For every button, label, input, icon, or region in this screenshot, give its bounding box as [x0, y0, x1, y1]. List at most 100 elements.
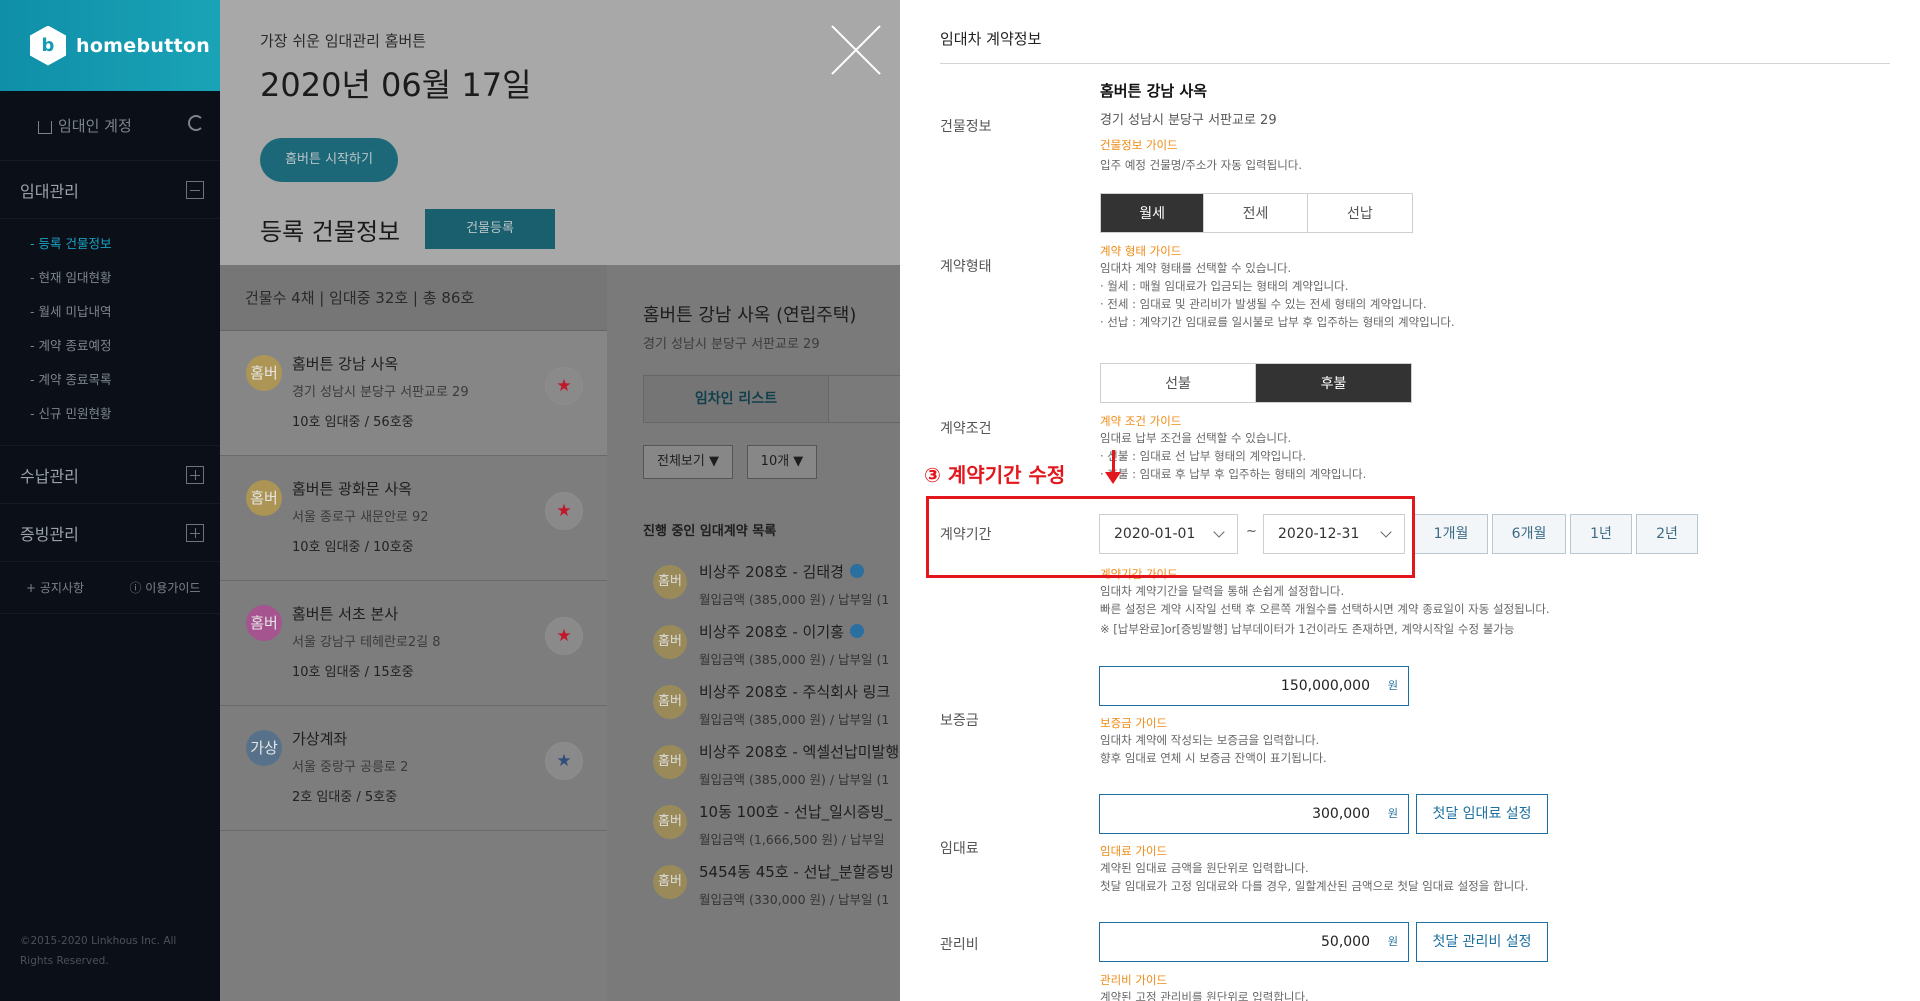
- deposit-value: 150,000,000: [1280, 678, 1370, 694]
- tab-tenant-list[interactable]: 임차인 리스트: [644, 376, 829, 422]
- rent-desc-0: 계약된 임대료 금액을 원단위로 입력합니다.: [1100, 861, 1309, 875]
- building-info-label: 건물정보: [940, 119, 992, 135]
- contract-row[interactable]: 홈버 5454동 45호 - 선납_분할증빙 월입금액 (330,000 원) / …: [643, 855, 900, 929]
- contract-avatar: 홈버: [653, 625, 687, 659]
- building-avatar: 홈버: [246, 605, 282, 641]
- building-units: 10호 임대중 / 56호중: [292, 415, 414, 430]
- type-option-prepaid[interactable]: 선납: [1308, 194, 1412, 232]
- condition-option-postpay[interactable]: 후불: [1256, 364, 1411, 402]
- submenu-item-expiring-contracts[interactable]: - 계약 종료예정: [30, 329, 220, 363]
- building-info-value: 홈버튼 강남 사옥 경기 성남시 분당구 서판교로 29 건물정보 가이드 입주…: [1100, 80, 1302, 174]
- condition-desc-0: 임대료 납부 조건을 선택할 수 있습니다.: [1100, 431, 1292, 445]
- rent-desc-1: 첫달 임대료가 고정 임대료와 다를 경우, 일할계산된 금액으로 첫달 임대료…: [1100, 879, 1529, 893]
- contract-type-segmented: 월세 전세 선납: [1100, 193, 1413, 233]
- building-name: 가상계좌: [292, 730, 348, 748]
- start-button[interactable]: 홈버튼 시작하기: [260, 138, 398, 182]
- type-desc-1: · 월세 : 매월 임대료가 입금되는 형태의 계약입니다.: [1100, 279, 1349, 293]
- submenu-item-current-rentals[interactable]: - 현재 임대현황: [30, 261, 220, 295]
- period-desc-0: 임대차 계약기간을 달력을 통해 손쉽게 설정합니다.: [1100, 584, 1345, 598]
- fee-guide-link[interactable]: 관리비 가이드: [1100, 972, 1309, 988]
- contract-condition-label: 계약조건: [940, 421, 992, 437]
- building-address: 경기 성남시 분당구 서판교로 29: [292, 385, 469, 400]
- account-switcher[interactable]: 임대인 계정: [0, 91, 220, 161]
- menu-receipts[interactable]: 증빙관리: [0, 504, 220, 562]
- detail-tabs: 임차인 리스트: [643, 375, 900, 423]
- rent-input[interactable]: 300,000 원: [1099, 794, 1409, 834]
- contract-condition-field: 선불 후불 계약 조건 가이드 임대료 납부 조건을 선택할 수 있습니다. ·…: [1100, 363, 1412, 483]
- view-filter-select[interactable]: 전체보기 ▼: [643, 445, 733, 479]
- deposit-guide-link[interactable]: 보증금 가이드: [1100, 715, 1327, 731]
- page-size-select[interactable]: 10개 ▼: [747, 445, 817, 479]
- building-name: 홈버튼 강남 사옥: [1100, 82, 1208, 100]
- building-address: 서울 종로구 새문안로 92: [292, 510, 429, 525]
- refresh-icon[interactable]: [188, 115, 204, 131]
- deposit-desc-0: 임대차 계약에 작성되는 보증금을 입력합니다.: [1100, 733, 1320, 747]
- quick-6-month-button[interactable]: 6개월: [1492, 514, 1566, 554]
- brand-logo[interactable]: b homebutton: [0, 0, 220, 91]
- building-address: 서울 중랑구 공릉로 2: [292, 760, 409, 775]
- deposit-input[interactable]: 150,000,000 원: [1099, 666, 1409, 706]
- building-name: 홈버튼 서초 본사: [292, 605, 399, 623]
- building-address: 서울 강남구 테헤란로2길 8: [292, 635, 441, 650]
- close-icon[interactable]: [828, 22, 884, 78]
- menu-label: 수납관리: [20, 466, 79, 486]
- quick-2-year-button[interactable]: 2년: [1636, 514, 1698, 554]
- first-month-fee-button[interactable]: 첫달 관리비 설정: [1416, 922, 1548, 962]
- quick-1-month-button[interactable]: 1개월: [1414, 514, 1488, 554]
- condition-option-prepay[interactable]: 선불: [1101, 364, 1256, 402]
- contract-title: 비상주 208호 - 이기홍: [699, 623, 844, 641]
- building-list: 홈버 홈버튼 강남 사옥경기 성남시 분당구 서판교로 29 10호 임대중 / 5…: [220, 331, 607, 1001]
- submenu-item-ended-contracts[interactable]: - 계약 종료목록: [30, 363, 220, 397]
- building-card[interactable]: 가상 가상계좌 서울 중랑구 공릉로 2 2호 임대중 / 5호중 ★: [220, 706, 607, 831]
- building-card[interactable]: 홈버 홈버튼 서초 본사 서울 강남구 테헤란로2길 8 10호 임대중 / 15호중…: [220, 581, 607, 706]
- type-guide-link[interactable]: 계약 형태 가이드: [1100, 243, 1455, 259]
- star-icon[interactable]: ★: [545, 742, 583, 780]
- management-fee-input[interactable]: 50,000 원: [1099, 922, 1409, 962]
- star-icon[interactable]: ★: [545, 617, 583, 655]
- contract-summary: 월입금액 (385,000 원) / 납부일 (1: [699, 772, 890, 787]
- deposit-guide-block: 보증금 가이드 임대차 계약에 작성되는 보증금을 입력합니다. 향후 임대료 …: [1100, 715, 1327, 767]
- building-card[interactable]: 홈버 홈버튼 광화문 사옥 서울 종로구 새문안로 92 10호 임대중 / 10호중…: [220, 456, 607, 581]
- condition-desc-2: · 후불 : 임대료 후 납부 후 입주하는 형태의 계약입니다.: [1100, 467, 1367, 481]
- register-building-button[interactable]: 건물등록: [425, 209, 555, 249]
- building-units: 2호 임대중 / 5호중: [292, 790, 398, 805]
- usage-guide-link[interactable]: ⓘ 이용가이드: [110, 562, 220, 613]
- currency-unit: 원: [1387, 807, 1398, 820]
- building-address: 경기 성남시 분당구 서판교로 29: [1100, 113, 1277, 128]
- submenu-item-new-complaints[interactable]: - 신규 민원현황: [30, 397, 220, 431]
- contract-summary: 월입금액 (1,666,500 원) / 납부일: [699, 832, 885, 847]
- building-detail: 홈버튼 강남 사옥 (연립주택) 경기 성남시 분당구 서판교로 29 임차인 …: [607, 265, 900, 1001]
- annotation-arrow-icon: [1105, 450, 1121, 484]
- deposit-desc-1: 향후 임대료 연체 시 보증금 잔액이 표기됩니다.: [1100, 751, 1327, 765]
- dashboard-hero: 가장 쉬운 임대관리 홈버튼 2020년 06월 17일 홈버튼 시작하기 등록…: [220, 0, 900, 265]
- contract-avatar: 홈버: [653, 565, 687, 599]
- building-name: 홈버튼 강남 사옥: [292, 355, 399, 373]
- building-units: 10호 임대중 / 10호중: [292, 540, 414, 555]
- condition-guide-link[interactable]: 계약 조건 가이드: [1100, 413, 1412, 429]
- menu-label: 임대관리: [20, 181, 79, 201]
- building-avatar: 홈버: [246, 355, 282, 391]
- first-month-rent-button[interactable]: 첫달 임대료 설정: [1416, 794, 1548, 834]
- menu-rental-management[interactable]: 임대관리: [0, 161, 220, 219]
- collapse-icon[interactable]: [186, 180, 204, 199]
- submenu-item-registered-buildings[interactable]: - 등록 건물정보: [30, 227, 220, 261]
- menu-collection[interactable]: 수납관리: [0, 446, 220, 504]
- fee-guide-block: 관리비 가이드 계약된 고정 관리비를 원단위로 입력합니다.: [1100, 972, 1309, 1001]
- quick-1-year-button[interactable]: 1년: [1570, 514, 1632, 554]
- expand-icon[interactable]: [186, 523, 204, 542]
- hero-subtitle: 가장 쉬운 임대관리 홈버튼: [260, 32, 427, 50]
- building-card[interactable]: 홈버 홈버튼 강남 사옥경기 성남시 분당구 서판교로 29 10호 임대중 / 5…: [220, 331, 607, 456]
- contract-avatar: 홈버: [653, 805, 687, 839]
- building-avatar: 홈버: [246, 480, 282, 516]
- rent-guide-link[interactable]: 임대료 가이드: [1100, 843, 1528, 859]
- type-option-jeonse[interactable]: 전세: [1204, 194, 1308, 232]
- submenu-item-unpaid-rent[interactable]: - 월세 미납내역: [30, 295, 220, 329]
- contract-type-label: 계약형태: [940, 259, 992, 275]
- star-icon[interactable]: ★: [545, 367, 583, 405]
- building-guide-link[interactable]: 건물정보 가이드: [1100, 137, 1302, 153]
- contract-list-title: 진행 중인 임대계약 목록: [643, 524, 777, 539]
- type-option-monthly[interactable]: 월세: [1101, 194, 1205, 232]
- notice-link[interactable]: + 공지사항: [0, 562, 110, 613]
- star-icon[interactable]: ★: [545, 492, 583, 530]
- expand-icon[interactable]: [186, 465, 204, 484]
